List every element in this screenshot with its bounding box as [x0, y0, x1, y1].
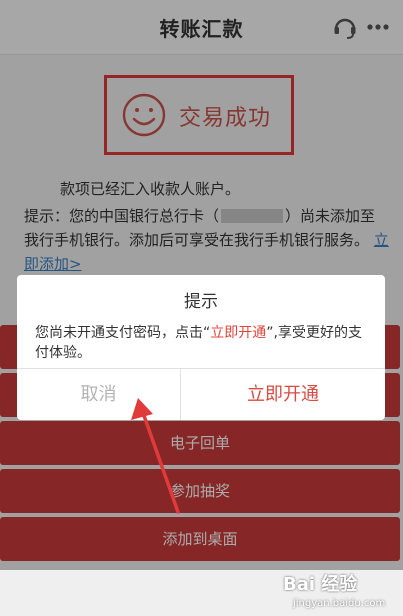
watermark-main: Bai 经验 [283, 574, 358, 595]
page: 转账汇款 交易成功 款项已经汇入收款人账户。 提示：您的中国银行总行卡（ ）尚未添… [0, 0, 403, 616]
prompt-dialog: 提示 您尚未开通支付密码，点击“立即开通”,享受更好的支付体验。 取消 立即开通 [17, 275, 385, 420]
dialog-body-highlight: 立即开通 [210, 325, 267, 341]
cancel-button[interactable]: 取消 [17, 369, 180, 420]
dialog-actions: 取消 立即开通 [17, 368, 385, 420]
open-now-button[interactable]: 立即开通 [181, 369, 385, 420]
dialog-title: 提示 [184, 292, 218, 312]
dialog-message: 您尚未开通支付密码，点击“立即开通”,享受更好的支付体验。 [35, 323, 375, 363]
watermark: Bai 经验 jingyan.baidu.com [283, 566, 403, 616]
dialog-body-before: 您尚未开通支付密码，点击“ [35, 325, 211, 341]
watermark-url: jingyan.baidu.com [293, 598, 386, 609]
